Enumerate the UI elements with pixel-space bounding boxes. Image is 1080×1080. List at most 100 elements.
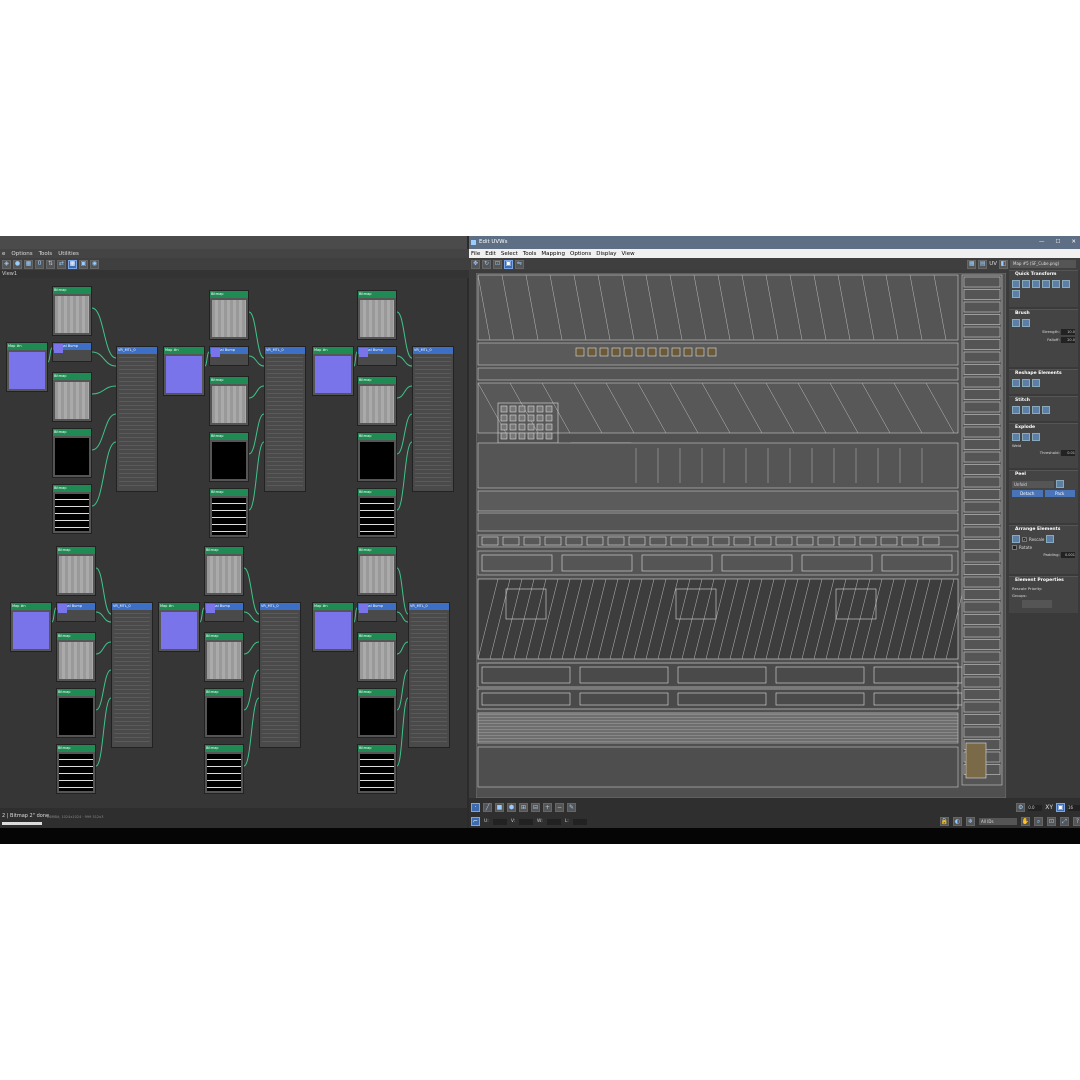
flip-h-icon[interactable]	[1052, 280, 1060, 288]
menu-select[interactable]: Select	[501, 251, 518, 257]
node-header[interactable]: Bitmap	[210, 377, 248, 384]
normal-bump-node[interactable]: Normal Bump	[209, 346, 249, 366]
stitch-target-icon[interactable]	[1012, 406, 1020, 414]
node-header[interactable]: Bitmap	[57, 689, 95, 696]
paint-select-icon[interactable]: ✎	[567, 803, 576, 812]
node-header[interactable]: Bitmap	[358, 489, 396, 496]
bitmap-node[interactable]: Bitmap	[56, 546, 96, 596]
node-header[interactable]: Map #n	[7, 343, 47, 350]
peel-pack-button[interactable]: Pack	[1044, 490, 1075, 497]
detach-edge-icon[interactable]	[1022, 433, 1030, 441]
xy-toggle-icon[interactable]: ▣	[1056, 803, 1065, 812]
break-icon[interactable]	[1012, 433, 1020, 441]
minimize-button[interactable]: —	[1039, 236, 1045, 249]
bitmap-node[interactable]: Bitmap	[209, 376, 249, 426]
groups-field[interactable]	[1022, 600, 1052, 608]
relax-icon[interactable]	[1022, 379, 1030, 387]
slate-menu-utilities[interactable]: Utilities	[58, 251, 79, 257]
pin-icon[interactable]	[1056, 480, 1064, 488]
layout-icon[interactable]: ⇄	[57, 259, 66, 269]
panel-title[interactable]: Element Properties	[1009, 577, 1078, 585]
bitmap-node[interactable]: Bitmap	[204, 632, 244, 682]
menu-tools[interactable]: Tools	[523, 251, 537, 257]
freeform-icon[interactable]: ▣	[504, 259, 513, 269]
texture-icon[interactable]: ◧	[999, 259, 1008, 269]
snap-field[interactable]: 0.0	[1028, 804, 1043, 811]
relax-settings-icon[interactable]	[1032, 379, 1040, 387]
normal-map-bitmap-node[interactable]: Map #n	[10, 602, 52, 652]
material-node[interactable]: VR_MTL_0	[264, 346, 306, 492]
weld-all-icon[interactable]	[1032, 433, 1040, 441]
node-header[interactable]: Bitmap	[358, 433, 396, 440]
checker-icon[interactable]: ▦	[24, 259, 33, 269]
bitmap-node[interactable]: Bitmap	[357, 744, 397, 794]
node-header[interactable]: Bitmap	[53, 373, 91, 380]
node-header[interactable]: VR_MTL_0	[409, 603, 449, 610]
threshold-field[interactable]: 0.01	[1061, 450, 1075, 456]
sphere-icon[interactable]: ●	[13, 259, 22, 269]
bitmap-node[interactable]: Bitmap	[357, 546, 397, 596]
node-header[interactable]: Bitmap	[205, 745, 243, 752]
move-children-icon[interactable]: ⇅	[46, 259, 55, 269]
grid-icon[interactable]: ▦	[68, 259, 77, 269]
node-header[interactable]: VR_MTL_0	[260, 603, 300, 610]
normal-map-bitmap-node[interactable]: Map #n	[163, 346, 205, 396]
pan-icon[interactable]: ✋	[1021, 817, 1030, 826]
rotate-check[interactable]	[1012, 545, 1017, 550]
normal-bump-node[interactable]: Normal Bump	[357, 602, 397, 622]
grid-toggle-icon[interactable]: ▤	[978, 259, 988, 269]
bitmap-node[interactable]: Bitmap	[204, 688, 244, 738]
node-header[interactable]: Bitmap	[358, 377, 396, 384]
view-tab[interactable]: View1	[0, 270, 469, 278]
node-header[interactable]: Bitmap	[358, 633, 396, 640]
menu-mapping[interactable]: Mapping	[541, 251, 565, 257]
material-node[interactable]: VR_MTL_0	[408, 602, 450, 748]
bitmap-node[interactable]: Bitmap	[204, 744, 244, 794]
zoom-region-icon[interactable]: ⊡	[1047, 817, 1056, 826]
hide-icon[interactable]: ◐	[953, 817, 962, 826]
node-header[interactable]: Map #n	[313, 603, 353, 610]
bitmap-node[interactable]: Bitmap	[209, 432, 249, 482]
slate-menu-edit[interactable]: e	[2, 251, 5, 257]
relax-brush-icon[interactable]	[1022, 319, 1030, 327]
menu-edit[interactable]: Edit	[485, 251, 496, 257]
node-header[interactable]: Map #n	[11, 603, 51, 610]
u-field[interactable]	[492, 818, 507, 825]
vertex-mode-icon[interactable]: ·	[471, 803, 480, 812]
scale-icon[interactable]: ⊡	[493, 259, 502, 269]
node-header[interactable]: VR_MTL_0	[265, 347, 305, 354]
zoom-extents-icon[interactable]: ⤢	[1060, 817, 1069, 826]
material-node[interactable]: VR_MTL_0	[111, 602, 153, 748]
pack-normalize-icon[interactable]	[1046, 535, 1055, 543]
checker-toggle-icon[interactable]: ▦	[967, 259, 977, 269]
normal-bump-node[interactable]: Normal Bump	[204, 602, 244, 622]
uv-canvas[interactable]	[475, 272, 1007, 799]
strength-field[interactable]: 10.0	[1061, 329, 1075, 335]
bitmap-node[interactable]: Bitmap	[52, 286, 92, 336]
abs-rel-icon[interactable]: ⌐	[471, 817, 480, 826]
node-header[interactable]: Bitmap	[358, 745, 396, 752]
loop-icon[interactable]: ⊞	[519, 803, 528, 812]
node-header[interactable]: Map #n	[313, 347, 353, 354]
mirror-icon[interactable]: ⇋	[515, 259, 524, 269]
node-header[interactable]: Bitmap	[57, 633, 95, 640]
normal-bump-node[interactable]: Normal Bump	[56, 602, 96, 622]
move-icon[interactable]: ✥	[471, 259, 480, 269]
w-field[interactable]	[546, 818, 561, 825]
rescale-check[interactable]: ✓	[1022, 536, 1027, 542]
flip-v-icon[interactable]	[1062, 280, 1070, 288]
rotate-icon[interactable]: ↻	[482, 259, 491, 269]
element-mode-icon[interactable]: ⬢	[507, 803, 516, 812]
node-header[interactable]: Bitmap	[358, 547, 396, 554]
node-header[interactable]: VR_MTL_0	[413, 347, 453, 354]
normal-map-bitmap-node[interactable]: Map #n	[6, 342, 48, 392]
align-icon[interactable]	[1012, 280, 1020, 288]
face-mode-icon[interactable]: ■	[495, 803, 504, 812]
bitmap-node[interactable]: Bitmap	[204, 546, 244, 596]
bitmap-node[interactable]: Bitmap	[357, 432, 397, 482]
options-icon[interactable]: ◉	[90, 259, 99, 269]
node-header[interactable]: Bitmap	[205, 633, 243, 640]
stitch-source-icon[interactable]	[1032, 406, 1040, 414]
close-button[interactable]: ✕	[1071, 236, 1076, 249]
lock-icon[interactable]: 🔒	[940, 817, 949, 826]
